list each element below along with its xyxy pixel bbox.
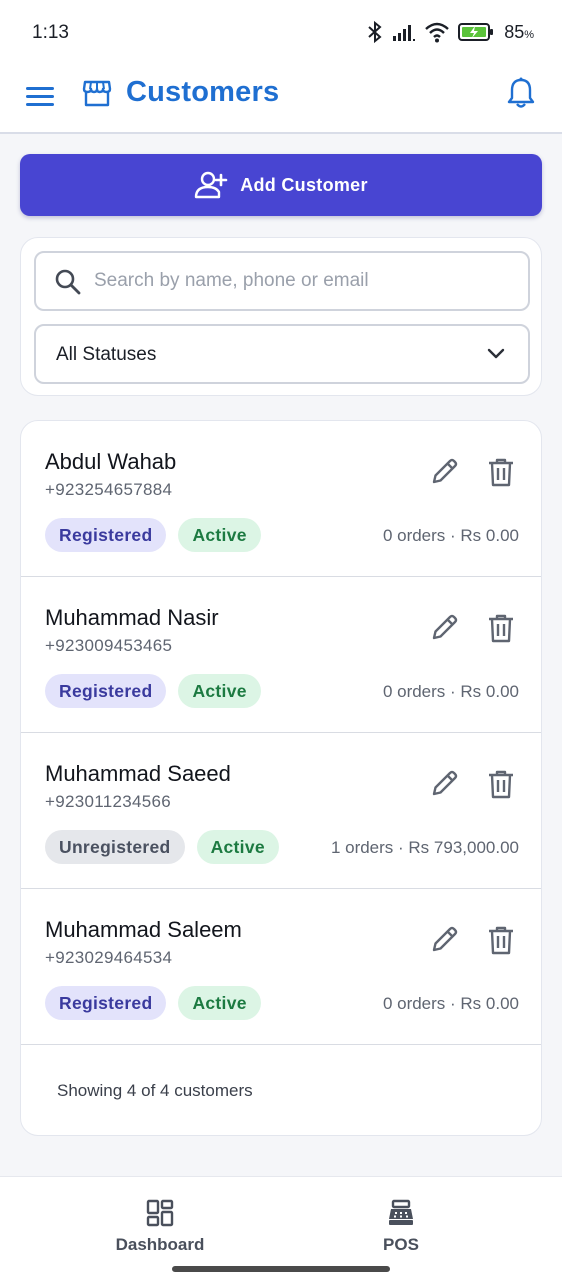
customer-row[interactable]: Abdul Wahab +923254657884 Registered Act…	[21, 421, 541, 577]
chevron-down-icon	[487, 348, 505, 359]
customer-phone: +923009453465	[45, 636, 173, 655]
nav-item-dashboard[interactable]: Dashboard	[90, 1199, 230, 1255]
delete-trash-icon[interactable]	[487, 457, 515, 487]
status-time: 1:13	[32, 22, 69, 43]
menu-icon[interactable]	[26, 82, 54, 110]
registration-badge: Unregistered	[45, 830, 185, 864]
signal-icon	[393, 25, 416, 41]
customer-name: Muhammad Saleem	[45, 917, 242, 942]
delete-trash-icon[interactable]	[487, 769, 515, 799]
status-icons: 85%	[366, 20, 534, 44]
customer-phone: +923254657884	[45, 480, 173, 499]
search-input[interactable]	[94, 253, 514, 309]
status-badge: Active	[178, 674, 261, 708]
cash-register-icon	[389, 1199, 413, 1225]
status-bar: 1:13 85%	[0, 0, 562, 66]
edit-pencil-icon[interactable]	[429, 769, 459, 799]
delete-trash-icon[interactable]	[487, 613, 515, 643]
nav-label-dashboard: Dashboard	[115, 1235, 205, 1254]
add-user-icon	[194, 171, 228, 199]
bottom-navigation: Dashboard POS	[0, 1176, 562, 1280]
search-field[interactable]	[34, 251, 530, 311]
customer-row[interactable]: Muhammad Saeed +923011234566 Unregistere…	[21, 733, 541, 889]
customer-order-summary: 0 orders · Rs 0.00	[382, 682, 519, 701]
page-title: Customers	[126, 76, 280, 108]
bluetooth-icon	[368, 20, 382, 44]
battery-icon	[458, 23, 494, 41]
customer-name: Abdul Wahab	[45, 449, 177, 474]
edit-pencil-icon[interactable]	[429, 925, 459, 955]
customer-badges: Unregistered Active	[45, 830, 279, 864]
customer-name: Muhammad Nasir	[45, 605, 219, 630]
status-filter-value: All Statuses	[56, 344, 157, 365]
customer-phone: +923011234566	[45, 792, 172, 811]
registration-badge: Registered	[45, 986, 167, 1020]
status-badge: Active	[178, 986, 261, 1020]
nav-item-pos[interactable]: POS	[331, 1199, 471, 1255]
edit-pencil-icon[interactable]	[429, 613, 459, 643]
dashboard-icon	[146, 1199, 174, 1227]
wifi-icon	[425, 22, 449, 43]
status-badge: Active	[196, 830, 279, 864]
add-customer-label: Add Customer	[240, 174, 368, 195]
battery-percent: 85%	[504, 21, 534, 42]
customer-badges: Registered Active	[45, 986, 261, 1020]
customer-row[interactable]: Muhammad Saleem +923029464534 Registered…	[21, 889, 541, 1045]
customer-order-summary: 0 orders · Rs 0.00	[382, 526, 519, 545]
customer-order-summary: 1 orders · Rs 793,000.00	[330, 838, 519, 857]
status-filter-select[interactable]: All Statuses	[34, 324, 530, 384]
customer-row[interactable]: Muhammad Nasir +923009453465 Registered …	[21, 577, 541, 733]
customer-badges: Registered Active	[45, 674, 261, 708]
customer-phone: +923029464534	[45, 948, 173, 967]
registration-badge: Registered	[45, 674, 167, 708]
notification-bell-icon[interactable]	[506, 76, 536, 110]
customer-name: Muhammad Saeed	[45, 761, 231, 786]
add-customer-button[interactable]: Add Customer	[20, 154, 542, 216]
home-indicator[interactable]	[172, 1266, 390, 1272]
edit-pencil-icon[interactable]	[429, 457, 459, 487]
search-icon	[55, 269, 81, 295]
customer-list: Abdul Wahab +923254657884 Registered Act…	[20, 420, 542, 1136]
app-bar: Customers	[0, 66, 562, 134]
list-count-text: Showing 4 of 4 customers	[57, 1081, 253, 1100]
filter-card: All Statuses	[20, 237, 542, 396]
status-badge: Active	[178, 518, 261, 552]
registration-badge: Registered	[45, 518, 167, 552]
customer-order-summary: 0 orders · Rs 0.00	[382, 994, 519, 1013]
customer-badges: Registered Active	[45, 518, 261, 552]
store-icon	[82, 80, 112, 107]
nav-label-pos: POS	[383, 1235, 419, 1254]
delete-trash-icon[interactable]	[487, 925, 515, 955]
